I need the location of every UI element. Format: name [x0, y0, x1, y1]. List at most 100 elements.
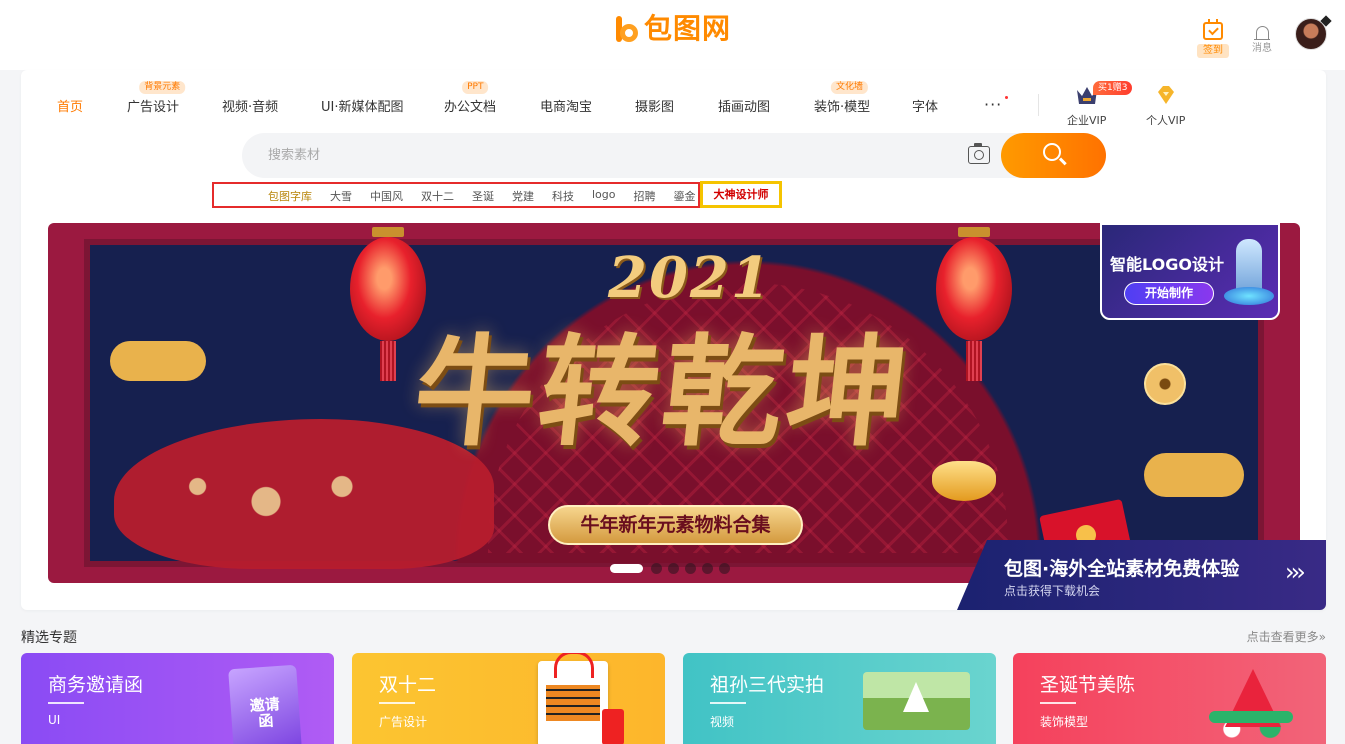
carousel-dot[interactable]	[668, 563, 679, 574]
nav-badge: PPT	[462, 81, 489, 94]
logo-ad-start-button[interactable]: 开始制作	[1124, 282, 1214, 305]
carousel-dot[interactable]	[610, 564, 643, 573]
nav-item-ui-media[interactable]: UI·新媒体配图	[321, 96, 403, 115]
carousel-dot[interactable]	[702, 563, 713, 574]
hot-keywords: 包图字库 大雪 中国风 双十二 圣诞 党建 科技 logo 招聘 鎏金	[268, 188, 714, 204]
topic-card[interactable]: 祖孙三代实拍 视频	[683, 653, 996, 744]
topic-title: 祖孙三代实拍	[710, 674, 825, 696]
topic-divider	[1040, 702, 1076, 704]
hot-keyword[interactable]: 党建	[512, 188, 534, 204]
coin-decoration	[1144, 363, 1186, 405]
shopping-bag-illustration	[538, 653, 608, 744]
topic-divider	[48, 702, 84, 704]
invitation-illustration: 邀请函	[228, 664, 302, 744]
nav-item-ad-design[interactable]: 广告设计 背景元素	[127, 81, 186, 115]
vip-label: 个人VIP	[1146, 114, 1186, 127]
nav-item-home[interactable]: 首页	[57, 96, 83, 115]
carousel-indicators	[610, 563, 736, 574]
hot-keyword[interactable]: 科技	[552, 188, 574, 204]
nav-item-label: 装饰·模型	[814, 100, 871, 115]
nav-divider	[1038, 94, 1039, 116]
logo-text: 包图网	[644, 12, 732, 45]
category-nav: 首页 广告设计 背景元素 视频·音频 UI·新媒体配图 办公文档 PPT 电商淘…	[21, 70, 1326, 134]
topic-tag: 广告设计	[379, 715, 428, 729]
user-avatar[interactable]	[1295, 18, 1327, 50]
hot-keyword[interactable]: 大雪	[330, 188, 352, 204]
robot-base-icon	[1224, 287, 1274, 305]
topic-divider	[710, 702, 746, 704]
overseas-subtitle: 点击获得下载机会	[1004, 584, 1101, 598]
hot-keyword-special[interactable]: 大神设计师	[700, 181, 782, 208]
site-logo[interactable]: 包图网	[614, 12, 731, 46]
nav-item-fonts[interactable]: 字体	[912, 96, 938, 115]
hot-keyword[interactable]: 招聘	[634, 188, 656, 204]
arrow-right-icon: ›››	[1285, 558, 1306, 586]
christmas-display-illustration	[1203, 665, 1299, 744]
bell-icon	[1253, 26, 1270, 40]
hot-keyword[interactable]: 包图字库	[268, 188, 312, 204]
messages-label: 消息	[1252, 43, 1272, 54]
logo-ad-title: 智能LOGO设计	[1110, 255, 1224, 274]
messages-button[interactable]: 消息	[1247, 22, 1277, 55]
gold-ingot-decoration	[932, 461, 996, 501]
search-icon	[1043, 143, 1061, 161]
view-more-link[interactable]: 点击查看更多»	[1247, 628, 1326, 645]
header-actions: 签到 消息	[1193, 18, 1327, 58]
signin-button[interactable]: 签到	[1193, 19, 1233, 58]
camera-icon[interactable]	[968, 143, 990, 164]
nav-item-label: 办公文档	[444, 100, 497, 115]
hot-keyword[interactable]: 中国风	[370, 188, 403, 204]
lantern-decoration	[936, 227, 1012, 381]
logo-mark-icon	[614, 14, 638, 44]
topic-tag: UI	[48, 713, 61, 727]
nav-item-label: 广告设计	[127, 100, 180, 115]
calendar-check-icon	[1203, 19, 1223, 40]
nav-item-decor-model[interactable]: 装饰·模型 文化墙	[814, 81, 871, 115]
search-button[interactable]	[1001, 133, 1106, 178]
section-title: 精选专题	[21, 630, 77, 646]
search-input[interactable]	[268, 133, 928, 178]
vip-label: 企业VIP	[1067, 114, 1107, 127]
lantern-decoration	[350, 227, 426, 381]
search-bar	[242, 133, 1106, 178]
topic-title: 商务邀请函	[48, 674, 144, 696]
nav-item-office-docs[interactable]: 办公文档 PPT	[444, 81, 497, 115]
nav-item-illustration[interactable]: 插画动图	[718, 96, 770, 115]
topic-tag: 装饰模型	[1040, 715, 1089, 729]
overseas-promo[interactable]: 包图·海外全站素材免费体验 点击获得下载机会 ›››	[957, 540, 1326, 610]
enterprise-vip-button[interactable]: 买1赠3 企业VIP	[1067, 81, 1133, 128]
hot-keyword[interactable]: logo	[592, 188, 616, 204]
topic-tag: 视频	[710, 715, 735, 729]
nav-badge: 背景元素	[139, 81, 186, 94]
nav-badge: 文化墙	[830, 81, 868, 94]
top-header: 包图网 签到 消息	[0, 0, 1345, 70]
carousel-dot[interactable]	[651, 563, 662, 574]
discount-tag-illustration	[602, 709, 624, 744]
nav-item-photo[interactable]: 摄影图	[635, 96, 674, 115]
cloud-decoration	[110, 341, 206, 381]
main-card: 首页 广告设计 背景元素 视频·音频 UI·新媒体配图 办公文档 PPT 电商淘…	[21, 70, 1326, 610]
hot-keyword[interactable]: 鎏金	[674, 188, 696, 204]
topic-card[interactable]: 双十二 广告设计	[352, 653, 665, 744]
hot-keyword[interactable]: 双十二	[421, 188, 454, 204]
nav-item-ecommerce[interactable]: 电商淘宝	[540, 96, 592, 115]
cloud-decoration	[1144, 453, 1244, 497]
topic-divider	[379, 702, 415, 704]
topic-title: 圣诞节美陈	[1040, 674, 1136, 696]
topic-card[interactable]: 商务邀请函 UI 邀请函	[21, 653, 334, 744]
more-menu-button[interactable]: ···	[984, 95, 1002, 114]
banner-title: 牛转乾坤	[407, 322, 919, 463]
overseas-title: 包图·海外全站素材免费体验	[1004, 558, 1240, 580]
banner-subtitle: 牛年新年元素物料合集	[548, 505, 803, 545]
personal-vip-button[interactable]: 个人VIP	[1146, 84, 1185, 128]
carousel-dot[interactable]	[719, 563, 730, 574]
diamond-icon	[1157, 86, 1174, 104]
topic-title: 双十二	[379, 674, 437, 696]
carousel-dot[interactable]	[685, 563, 696, 574]
topic-card[interactable]: 圣诞节美陈 装饰模型	[1013, 653, 1326, 744]
nav-item-video-audio[interactable]: 视频·音频	[222, 96, 278, 115]
hot-keyword[interactable]: 圣诞	[472, 188, 494, 204]
smart-logo-ad[interactable]: 智能LOGO设计 开始制作	[1100, 223, 1280, 320]
vip-promo-tag: 买1赠3	[1093, 81, 1133, 95]
family-photo-thumbnail	[863, 672, 970, 730]
